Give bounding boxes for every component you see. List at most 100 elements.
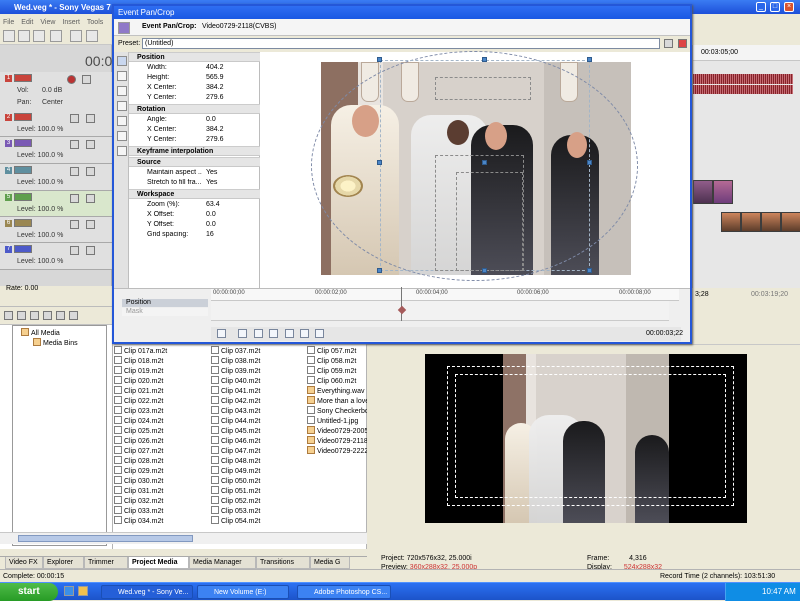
save-icon[interactable] (33, 30, 45, 42)
source-section[interactable]: Source (129, 157, 260, 167)
keyframe-cursor[interactable] (401, 287, 402, 321)
media-fx-icon[interactable] (56, 311, 65, 320)
clock[interactable]: 10:47 AM (762, 587, 796, 596)
media-file[interactable]: Clip 023.m2t (114, 406, 163, 415)
menu-insert[interactable]: Insert (62, 19, 80, 26)
media-file[interactable]: Clip 026.m2t (114, 436, 163, 445)
video-thumbnail[interactable] (713, 180, 733, 204)
media-file[interactable]: Clip 027.m2t (114, 446, 163, 455)
video-thumbnail[interactable] (741, 212, 761, 232)
media-file[interactable]: Clip 050.m2t (211, 476, 260, 485)
motion-icon[interactable] (86, 246, 95, 255)
video-thumbnail[interactable] (693, 180, 713, 204)
keyframe-interpolation-section[interactable]: Keyframe interpolation (129, 146, 260, 156)
media-file[interactable]: Clip 046.m2t (211, 436, 260, 445)
internet-explorer-icon[interactable] (64, 586, 74, 596)
rotation-y-value[interactable]: 279.6 (206, 136, 224, 143)
position-keyframe-track[interactable]: Position (122, 299, 208, 307)
media-file[interactable]: Clip 045.m2t (211, 426, 260, 435)
track-video-7[interactable]: 7 Level: 100.0 % (0, 243, 112, 270)
delete-keyframe-icon[interactable] (315, 329, 324, 338)
track-header[interactable] (14, 113, 32, 121)
record-icon[interactable] (67, 75, 76, 84)
grid-spacing-value[interactable]: 16 (206, 231, 214, 238)
xcenter-value[interactable]: 384.2 (206, 84, 224, 91)
track-video-6[interactable]: 6 Level: 100.0 % (0, 217, 112, 243)
all-media-node[interactable]: All Media (21, 328, 60, 337)
video-thumbnail[interactable] (781, 212, 800, 232)
video-thumbnail[interactable] (721, 212, 741, 232)
rotation-x-value[interactable]: 384.2 (206, 126, 224, 133)
crop-handle[interactable] (377, 268, 382, 273)
width-row[interactable]: Width: 404.2 (129, 63, 260, 73)
tab-project-media[interactable]: Project Media (128, 557, 189, 569)
track-header[interactable] (14, 74, 32, 82)
media-file[interactable]: Video0729-2118 (307, 436, 368, 445)
new-icon[interactable] (3, 30, 15, 42)
zoom-tool-icon[interactable] (117, 86, 127, 96)
audio-waveform[interactable] (693, 74, 793, 84)
crop-handle[interactable] (482, 57, 487, 62)
media-file[interactable]: Clip 044.m2t (211, 416, 260, 425)
media-file[interactable]: Clip 053.m2t (211, 506, 260, 515)
save-preset-icon[interactable] (664, 39, 673, 48)
ycenter-value[interactable]: 279.6 (206, 94, 224, 101)
delete-preset-icon[interactable] (678, 39, 687, 48)
width-value[interactable]: 404.2 (206, 64, 224, 71)
render-icon[interactable] (50, 30, 62, 42)
motion-icon[interactable] (86, 167, 95, 176)
tab-media-manager[interactable]: Media Manager (189, 557, 256, 569)
yoffset-value[interactable]: 0.0 (206, 221, 216, 228)
preset-select[interactable]: (Untitled) (142, 38, 660, 49)
crop-handle[interactable] (377, 57, 382, 62)
capture-video-icon[interactable] (17, 311, 26, 320)
tab-transitions[interactable]: Transitions (256, 557, 310, 569)
media-file[interactable]: Clip 049.m2t (211, 466, 260, 475)
motion-icon[interactable] (86, 140, 95, 149)
fx-icon[interactable] (70, 140, 79, 149)
track-video-4[interactable]: 4 Level: 100.0 % (0, 164, 112, 191)
media-file[interactable]: Clip 039.m2t (211, 366, 260, 375)
zoom-row[interactable]: Zoom (%): 63.4 (129, 200, 260, 210)
media-file[interactable]: Clip 018.m2t (114, 356, 163, 365)
fx-icon[interactable] (70, 194, 79, 203)
menu-view[interactable]: View (40, 19, 55, 26)
media-file[interactable]: Clip 040.m2t (211, 376, 260, 385)
media-file[interactable]: Clip 038.m2t (211, 356, 260, 365)
normal-edit-icon[interactable] (117, 116, 127, 126)
xoffset-value[interactable]: 0.0 (206, 211, 216, 218)
height-value[interactable]: 565.9 (206, 74, 224, 81)
media-file[interactable]: More than a love (307, 396, 369, 405)
track-header[interactable] (14, 139, 32, 147)
yoffset-row[interactable]: Y Offset: 0.0 (129, 220, 260, 230)
crop-handle[interactable] (377, 160, 382, 165)
import-media-icon[interactable] (4, 311, 13, 320)
next-keyframe-icon[interactable] (269, 329, 278, 338)
media-file[interactable]: Clip 019.m2t (114, 366, 163, 375)
media-file[interactable]: Clip 032.m2t (114, 496, 163, 505)
media-file[interactable]: Everything.wav (307, 386, 364, 395)
taskbar-photoshop[interactable]: Adobe Photoshop CS... (297, 585, 391, 599)
height-row[interactable]: Height: 565.9 (129, 73, 260, 83)
track-header[interactable] (14, 219, 32, 227)
media-file[interactable]: Clip 037.m2t (211, 346, 260, 355)
media-file[interactable]: Clip 020.m2t (114, 376, 163, 385)
media-file[interactable]: Clip 043.m2t (211, 406, 260, 415)
fx-icon[interactable] (70, 246, 79, 255)
maintain-aspect-row[interactable]: Maintain aspect ... Yes (129, 168, 260, 178)
media-file[interactable]: Clip 033.m2t (114, 506, 163, 515)
tab-explorer[interactable]: Explorer (43, 557, 84, 569)
xcenter-row[interactable]: X Center: 384.2 (129, 83, 260, 93)
media-file[interactable]: Clip 054.m2t (211, 516, 260, 525)
angle-value[interactable]: 0.0 (206, 116, 216, 123)
views-icon[interactable] (69, 311, 78, 320)
media-bins-node[interactable]: Media Bins (33, 338, 78, 347)
track-audio-1[interactable]: 1 Vol: 0.0 dB Pan: Center (0, 72, 112, 112)
maximize-button[interactable]: □ (770, 2, 780, 12)
track-header[interactable] (14, 166, 32, 174)
media-file[interactable]: Clip 031.m2t (114, 486, 163, 495)
motion-icon[interactable] (86, 114, 95, 123)
media-file[interactable]: Clip 028.m2t (114, 456, 163, 465)
pan-crop-workspace[interactable] (260, 51, 690, 288)
menu-file[interactable]: File (3, 19, 14, 26)
